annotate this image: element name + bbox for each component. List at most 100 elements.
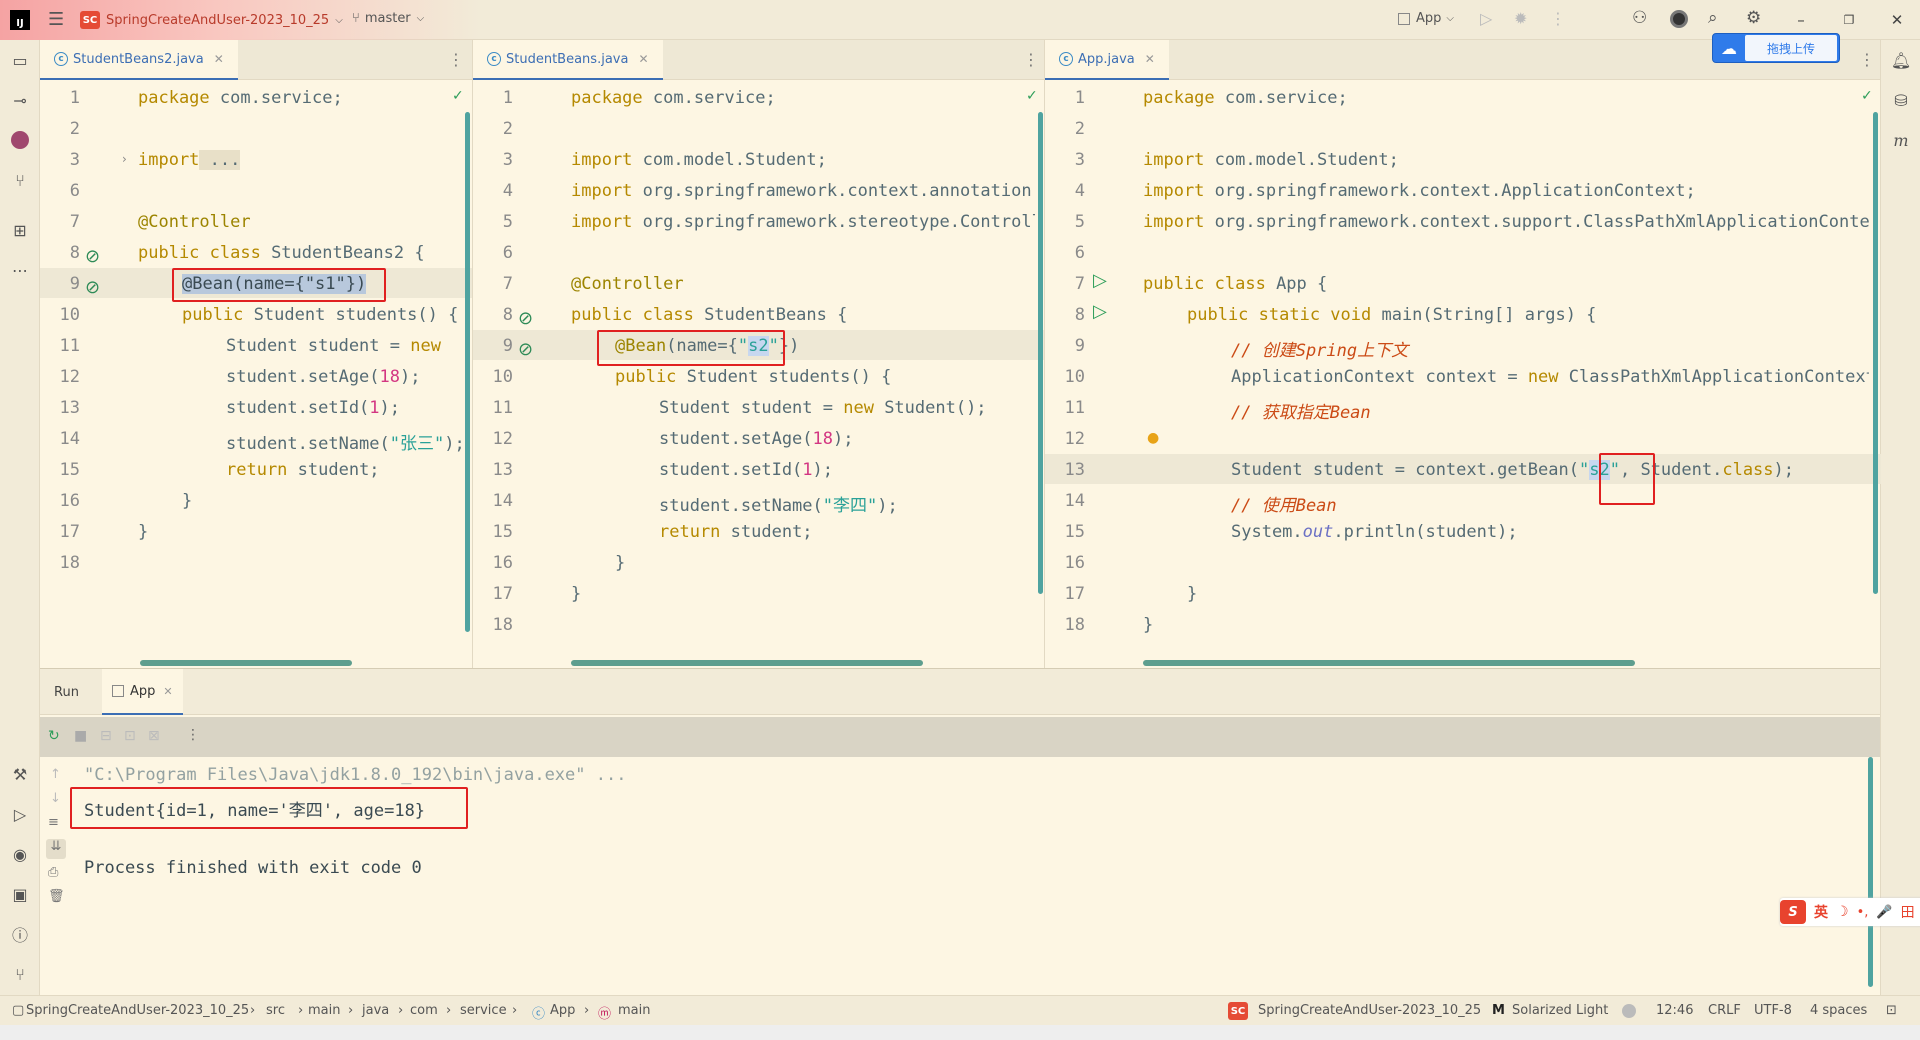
- ime-punct-icon[interactable]: •,: [1857, 905, 1869, 920]
- terminal-icon[interactable]: ▣: [0, 880, 40, 908]
- problems-icon[interactable]: ⓘ: [0, 920, 40, 948]
- tab-studentbeans2[interactable]: c StudentBeans2.java ✕: [40, 40, 238, 80]
- ime-toolbar[interactable]: S 英 ☽ •, 🎤 田 简: [1780, 898, 1920, 926]
- camera-icon[interactable]: ⊡: [124, 728, 136, 744]
- vertical-scrollbar[interactable]: [1868, 757, 1873, 987]
- breadcrumb-item[interactable]: src: [266, 1003, 285, 1018]
- chevron-down-icon: ⌵: [416, 13, 425, 24]
- structure-icon[interactable]: ⊞: [0, 216, 40, 244]
- pull-requests-icon[interactable]: ⑂: [0, 166, 40, 194]
- status-indent[interactable]: 4 spaces: [1810, 1003, 1867, 1018]
- project-name: SpringCreateAndUser-2023_10_25: [106, 12, 330, 28]
- run-tool-icon[interactable]: ▷: [0, 800, 40, 828]
- status-project[interactable]: SpringCreateAndUser-2023_10_25: [1258, 1003, 1481, 1018]
- add-user-icon[interactable]: ⚇: [1632, 8, 1647, 28]
- close-tab-icon[interactable]: ✕: [638, 52, 648, 66]
- search-icon[interactable]: ⌕: [1708, 8, 1718, 28]
- breadcrumb-item[interactable]: App: [550, 1003, 575, 1018]
- plugin-icon[interactable]: [0, 126, 40, 154]
- scroll-to-end-icon[interactable]: ⇊: [46, 839, 66, 859]
- tab-run-app[interactable]: App ✕: [102, 669, 183, 715]
- build-icon[interactable]: ⚒: [0, 760, 40, 788]
- breadcrumb-item[interactable]: SpringCreateAndUser-2023_10_25: [26, 1003, 249, 1018]
- restore-layout-icon[interactable]: ⊟: [100, 728, 112, 744]
- breadcrumb-item[interactable]: main: [308, 1003, 340, 1018]
- main-menu-icon[interactable]: ☰: [48, 9, 64, 30]
- fold-chevron-icon[interactable]: ›: [122, 152, 127, 166]
- git-icon[interactable]: ⑂: [0, 960, 40, 988]
- close-tab-icon[interactable]: ✕: [214, 52, 224, 66]
- print-icon[interactable]: ⎙: [48, 865, 58, 880]
- copilot-icon[interactable]: [1670, 10, 1688, 28]
- bean-gutter-icon[interactable]: ⊘: [85, 246, 100, 267]
- vertical-scrollbar[interactable]: [1038, 112, 1043, 594]
- run-icon[interactable]: ▷: [1480, 9, 1492, 28]
- soft-wrap-icon[interactable]: ≡: [48, 815, 59, 830]
- scroll-down-icon[interactable]: ↓: [50, 791, 61, 806]
- line-number: 7: [69, 212, 80, 232]
- settings-gear-icon[interactable]: ⚙: [1746, 8, 1761, 28]
- run-tool-title: Run: [54, 685, 79, 700]
- stop-icon[interactable]: ■: [74, 728, 87, 744]
- code-line: System.out.println(student);: [1231, 522, 1518, 542]
- vertical-scrollbar[interactable]: [465, 112, 470, 632]
- vertical-scrollbar[interactable]: [1873, 112, 1878, 594]
- line-number: 8: [69, 243, 80, 263]
- class-icon: c: [54, 52, 68, 66]
- trash-icon[interactable]: 🗑︎: [48, 889, 65, 904]
- ime-moon-icon[interactable]: ☽: [1836, 904, 1849, 920]
- status-encoding[interactable]: UTF-8: [1754, 1003, 1792, 1018]
- bean-gutter-icon[interactable]: ⊘: [518, 339, 533, 360]
- tab-studentbeans[interactable]: c StudentBeans.java ✕: [473, 40, 663, 80]
- project-switcher[interactable]: SC SpringCreateAndUser-2023_10_25 ⌵: [80, 11, 343, 29]
- maven-icon[interactable]: m: [1881, 126, 1920, 154]
- branch-switcher[interactable]: ⑂ master ⌵: [352, 11, 424, 26]
- code-line: }: [615, 553, 626, 573]
- close-tab-icon[interactable]: ✕: [163, 685, 172, 698]
- ime-lang[interactable]: 英: [1814, 902, 1828, 922]
- horizontal-scrollbar[interactable]: [140, 660, 352, 666]
- status-caret-position[interactable]: 12:46: [1656, 1003, 1693, 1018]
- breadcrumb-item[interactable]: com: [410, 1003, 438, 1018]
- debug-icon[interactable]: ✹: [1514, 9, 1527, 28]
- run-gutter-icon[interactable]: ▷: [1093, 270, 1107, 291]
- run-config-selector[interactable]: App ⌵: [1398, 11, 1454, 26]
- bean-gutter-icon[interactable]: ⊘: [85, 277, 100, 298]
- line-number: 14: [59, 429, 80, 449]
- breadcrumb-separator: ›: [298, 1003, 304, 1018]
- more-tools-icon[interactable]: ⋯: [0, 256, 40, 284]
- ime-keyboard-icon[interactable]: 田: [1901, 902, 1915, 922]
- project-folder-icon[interactable]: ▭: [0, 46, 40, 74]
- breadcrumb-item[interactable]: java: [362, 1003, 389, 1018]
- breadcrumb-item[interactable]: service: [460, 1003, 507, 1018]
- status-indicator-icon[interactable]: [1622, 1004, 1636, 1018]
- status-line-separator[interactable]: CRLF: [1708, 1003, 1741, 1018]
- export-icon[interactable]: ⊠: [148, 728, 160, 744]
- upload-widget[interactable]: ☁ 拖拽上传: [1712, 33, 1840, 63]
- scroll-up-icon[interactable]: ↑: [50, 767, 61, 782]
- services-icon[interactable]: ◉: [0, 840, 40, 868]
- breadcrumb-item[interactable]: main: [618, 1003, 650, 1018]
- app-logo[interactable]: IJ: [10, 10, 30, 30]
- run-gutter-icon[interactable]: ▷: [1093, 301, 1107, 322]
- notifications-bell-icon[interactable]: 🔔︎: [1881, 46, 1920, 74]
- more-options-icon[interactable]: ⋮: [1023, 50, 1039, 69]
- line-number: 9: [502, 336, 513, 356]
- more-options-icon[interactable]: ⋮: [448, 50, 464, 69]
- database-icon[interactable]: ⛁: [1881, 86, 1920, 114]
- more-actions-icon[interactable]: ⋮: [1550, 9, 1566, 28]
- horizontal-scrollbar[interactable]: [1143, 660, 1635, 666]
- status-theme[interactable]: Solarized Light: [1512, 1003, 1608, 1018]
- lock-icon[interactable]: ⊡: [1886, 1003, 1897, 1018]
- class-icon: ⓒ: [532, 1007, 546, 1022]
- line-number: 1: [1074, 88, 1085, 108]
- horizontal-scrollbar[interactable]: [571, 660, 923, 666]
- commit-icon[interactable]: ⊸: [0, 86, 40, 114]
- ime-mic-icon[interactable]: 🎤: [1876, 905, 1892, 920]
- bean-gutter-icon[interactable]: ⊘: [518, 308, 533, 329]
- more-options-icon[interactable]: ⋮: [186, 727, 200, 743]
- code-line: public Student students() {: [182, 305, 459, 325]
- rerun-icon[interactable]: ↻: [48, 728, 60, 744]
- close-button[interactable]: ✕: [1874, 0, 1920, 40]
- code-line: public Student students() {: [615, 367, 892, 387]
